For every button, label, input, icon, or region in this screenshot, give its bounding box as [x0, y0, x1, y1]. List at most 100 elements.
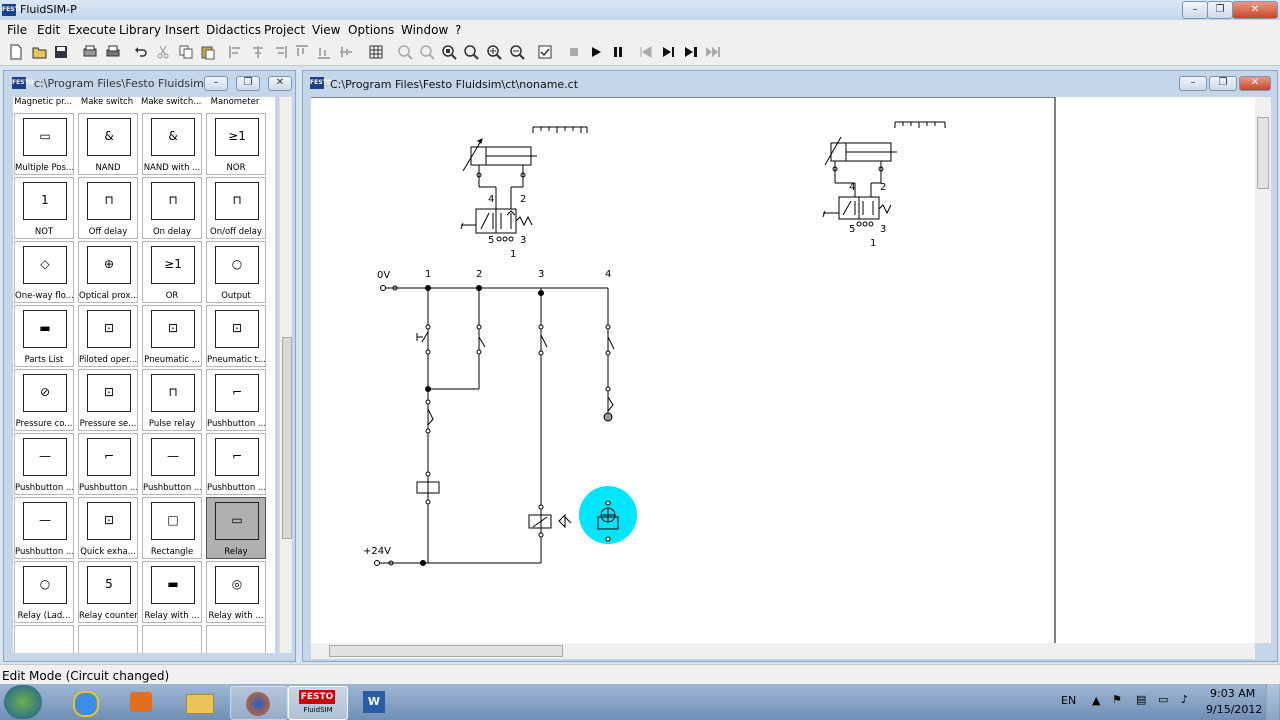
fast-forward-icon[interactable]: [705, 44, 721, 60]
zoom-in-icon[interactable]: [486, 44, 502, 60]
zoom-out-icon[interactable]: [509, 44, 525, 60]
close-button[interactable]: ✕: [1232, 1, 1278, 19]
library-item[interactable]: ⊡ Pressure se...: [78, 369, 138, 431]
library-item[interactable]: ≥1 OR: [142, 241, 202, 303]
library-item[interactable]: ◇ One-way flo...: [14, 241, 74, 303]
library-item[interactable]: ◎ Relay with ...: [206, 561, 266, 623]
library-item-top[interactable]: Magnetic pr...: [13, 97, 73, 109]
library-item[interactable]: ≥1 NOR: [206, 113, 266, 175]
undo-icon[interactable]: [133, 44, 149, 60]
library-item[interactable]: ▭ Multiple Pos...: [14, 113, 74, 175]
library-item[interactable]: ⊡ Quick exha...: [78, 497, 138, 559]
step-icon[interactable]: [660, 44, 676, 60]
library-item[interactable]: □ Rectangle: [142, 497, 202, 559]
horizontal-scroll-thumb[interactable]: [329, 645, 563, 657]
library-item[interactable]: ▬ Relay with ...: [142, 561, 202, 623]
library-item[interactable]: ⊕ Optical prox...: [78, 241, 138, 303]
library-item[interactable]: — Pushbutton ...: [14, 433, 74, 495]
firefox-icon[interactable]: [230, 686, 288, 720]
fluidsim-taskbar-button[interactable]: FESTO FluidSIM: [288, 686, 348, 720]
align-left-icon[interactable]: [228, 44, 244, 60]
library-item-top[interactable]: Make switch: [77, 97, 137, 109]
menu-edit[interactable]: Edit: [37, 23, 60, 37]
save-icon[interactable]: [53, 44, 69, 60]
zoom-window-icon[interactable]: [397, 44, 413, 60]
library-item[interactable]: ○ Output: [206, 241, 266, 303]
circuit-minimize-button[interactable]: –: [1179, 76, 1207, 91]
volume-icon[interactable]: ♪: [1181, 693, 1188, 706]
library-item[interactable]: ⌐ Pushbutton ...: [206, 369, 266, 431]
network-icon[interactable]: ▤: [1136, 693, 1146, 706]
library-item[interactable]: ▬ Parts List: [14, 305, 74, 367]
menu-library[interactable]: Library: [119, 23, 161, 37]
library-item[interactable]: ⊓ Pulse relay: [142, 369, 202, 431]
circuit-vertical-scrollbar[interactable]: [1255, 97, 1271, 643]
library-item[interactable]: ⊡ Piloted oper...: [78, 305, 138, 367]
vertical-scroll-thumb[interactable]: [1257, 117, 1269, 189]
zoom-icon[interactable]: [463, 44, 479, 60]
align-middle-icon[interactable]: [338, 44, 354, 60]
circuit-canvas[interactable]: 0V +24V 1 2 3 4 4 2 5 3 1 4 2 5 3 1: [311, 97, 1255, 643]
file-explorer-icon[interactable]: [172, 686, 228, 718]
library-item[interactable]: ⊓ On/off delay: [206, 177, 266, 239]
paste-icon[interactable]: [200, 44, 216, 60]
library-item[interactable]: ⌐ Pushbutton ...: [78, 433, 138, 495]
show-hidden-icons-icon[interactable]: ▲: [1092, 694, 1100, 707]
align-bottom-icon[interactable]: [316, 44, 332, 60]
display-icon[interactable]: ▭: [1158, 693, 1168, 706]
maximize-button[interactable]: ❐: [1207, 1, 1233, 19]
library-item[interactable]: & NAND with ...: [142, 113, 202, 175]
minimize-button[interactable]: –: [1182, 1, 1208, 19]
library-item[interactable]: ⌐ Pushbutton ...: [206, 433, 266, 495]
menu-window[interactable]: Window: [401, 23, 448, 37]
open-icon[interactable]: [32, 44, 48, 60]
pause-icon[interactable]: [610, 44, 626, 60]
library-restore-button[interactable]: ❐: [236, 76, 260, 91]
reset-icon[interactable]: [638, 44, 654, 60]
library-item[interactable]: [78, 625, 138, 653]
library-item[interactable]: 1 NOT: [14, 177, 74, 239]
library-item[interactable]: ⊡ Pneumatic ...: [142, 305, 202, 367]
library-scrollbar[interactable]: [279, 97, 292, 653]
menu-options[interactable]: Options: [348, 23, 394, 37]
library-item[interactable]: & NAND: [78, 113, 138, 175]
clock-date[interactable]: 9/15/2012: [1206, 703, 1262, 716]
clock-time[interactable]: 9:03 AM: [1210, 687, 1255, 700]
library-item[interactable]: — Pushbutton ...: [14, 497, 74, 559]
new-icon[interactable]: [8, 44, 24, 60]
align-center-icon[interactable]: [250, 44, 266, 60]
library-item[interactable]: — Pushbutton ...: [142, 433, 202, 495]
internet-explorer-icon[interactable]: [57, 686, 113, 718]
library-item[interactable]: ○ Relay (Lad...: [14, 561, 74, 623]
play-icon[interactable]: [588, 44, 604, 60]
check-icon[interactable]: [537, 44, 553, 60]
library-item[interactable]: ⊡ Pneumatic t...: [206, 305, 266, 367]
cut-icon[interactable]: [155, 44, 171, 60]
library-item[interactable]: [14, 625, 74, 653]
library-item[interactable]: [206, 625, 266, 653]
zoom-previous-icon[interactable]: [419, 44, 435, 60]
library-item[interactable]: [142, 625, 202, 653]
zoom-fit-icon[interactable]: [441, 44, 457, 60]
menu-insert[interactable]: Insert: [165, 23, 199, 37]
stop-icon[interactable]: [566, 44, 582, 60]
action-center-icon[interactable]: ⚑: [1112, 693, 1122, 706]
library-close-button[interactable]: ✕: [268, 76, 292, 91]
print-preview-icon[interactable]: [82, 44, 98, 60]
library-item[interactable]: ⊓ Off delay: [78, 177, 138, 239]
library-scroll-thumb[interactable]: [282, 337, 292, 539]
word-icon[interactable]: W: [347, 686, 403, 718]
align-right-icon[interactable]: [272, 44, 288, 60]
menu-execute[interactable]: Execute: [68, 23, 116, 37]
language-indicator[interactable]: EN: [1061, 694, 1076, 707]
step-to-end-icon[interactable]: [683, 44, 699, 60]
library-item-top[interactable]: Manometer: [205, 97, 265, 109]
media-player-icon[interactable]: [114, 686, 170, 718]
start-button[interactable]: [4, 685, 42, 719]
menu-didactics[interactable]: Didactics: [206, 23, 261, 37]
menu-file[interactable]: File: [7, 23, 27, 37]
show-desktop-button[interactable]: [1266, 684, 1279, 720]
library-item[interactable]: ▭ Relay: [206, 497, 266, 559]
menu-project[interactable]: Project: [264, 23, 305, 37]
library-minimize-button[interactable]: –: [204, 76, 228, 91]
